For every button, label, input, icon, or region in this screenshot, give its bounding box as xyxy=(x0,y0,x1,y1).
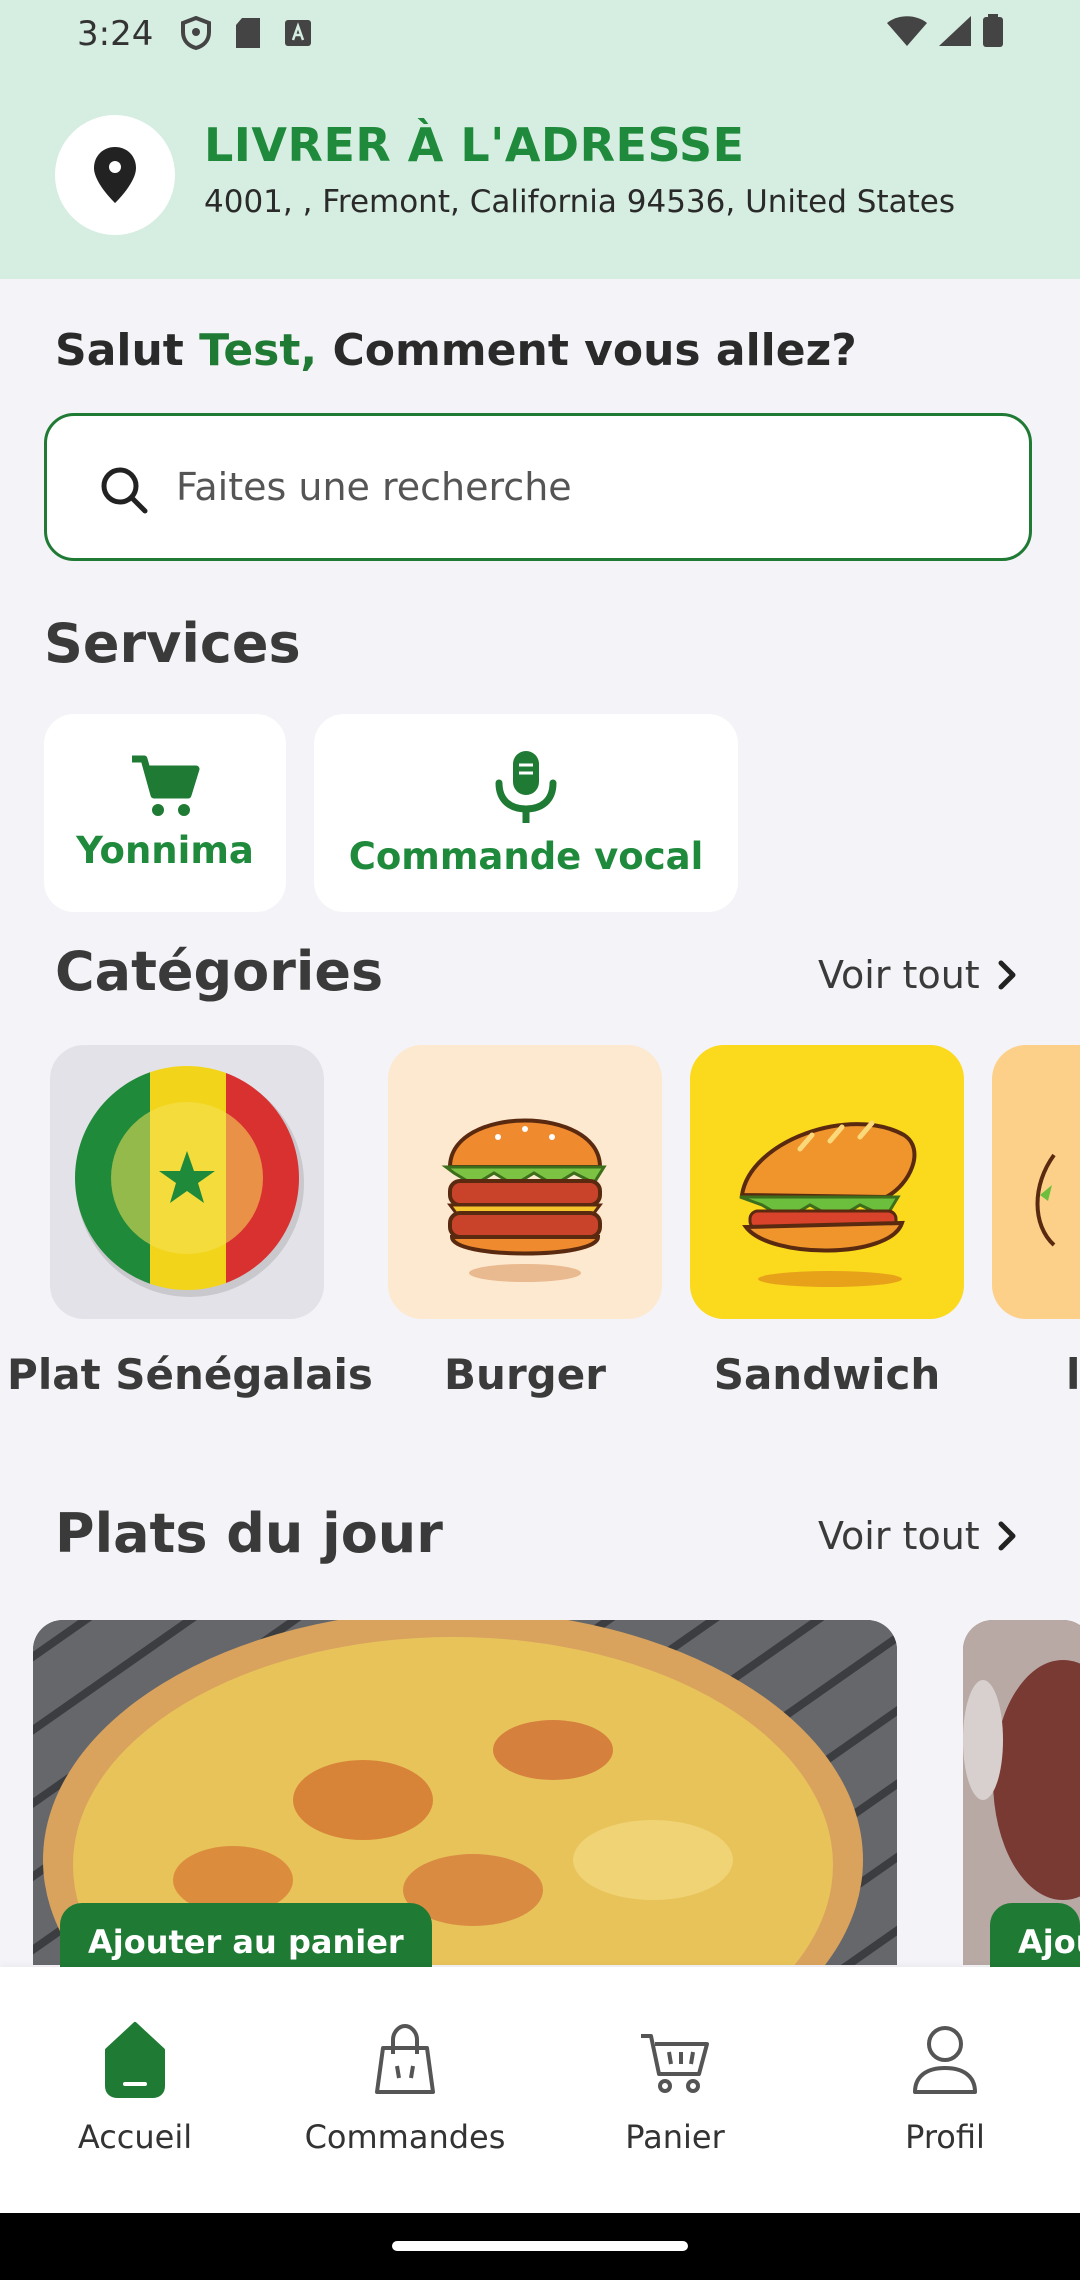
chevron-right-icon xyxy=(998,960,1016,990)
status-icons-left xyxy=(180,16,312,50)
location-pin-icon xyxy=(94,147,136,203)
category-tile-burger[interactable] xyxy=(388,1045,662,1319)
service-voice-order-button[interactable]: Commande vocal xyxy=(314,714,738,912)
category-label-partial: l xyxy=(1066,1350,1080,1399)
cart-icon xyxy=(641,2034,709,2093)
nav-profil-label: Profil xyxy=(905,2118,985,2156)
home-icon xyxy=(105,2022,165,2098)
delivery-title[interactable]: LIVRER À L'ADRESSE xyxy=(204,118,745,172)
greeting-question: Comment vous allez? xyxy=(332,325,857,376)
category-tile-plat-senegalais[interactable] xyxy=(50,1045,324,1319)
categories-see-all-link[interactable]: Voir tout xyxy=(818,953,1018,997)
delivery-address[interactable]: 4001, , Fremont, California 94536, Unite… xyxy=(204,184,955,220)
status-time: 3:24 xyxy=(77,14,154,54)
greeting-hello: Salut xyxy=(55,325,184,376)
wifi-icon xyxy=(887,16,927,46)
nav-panier-label: Panier xyxy=(625,2118,725,2156)
category-tile-partial[interactable] xyxy=(992,1045,1080,1319)
home-gesture-handle[interactable] xyxy=(392,2241,688,2251)
search-icon xyxy=(101,467,148,514)
location-button[interactable] xyxy=(55,115,175,235)
services-title: Services xyxy=(44,612,301,675)
plats-du-jour-title: Plats du jour xyxy=(55,1502,443,1565)
taco-image xyxy=(1035,1153,1056,1247)
burger-image xyxy=(441,1118,607,1282)
nav-commandes[interactable]: Commandes xyxy=(270,2020,540,2156)
sandwich-image xyxy=(739,1120,917,1287)
bag-icon xyxy=(375,2023,435,2094)
chevron-right-icon xyxy=(998,1521,1016,1551)
user-icon xyxy=(913,2026,977,2094)
categories-see-all-label: Voir tout xyxy=(818,953,980,997)
shield-icon xyxy=(181,16,211,50)
cart-icon xyxy=(132,755,200,816)
service-voice-order-label: Commande vocal xyxy=(348,834,704,878)
category-label-sandwich: Sandwich xyxy=(713,1350,941,1399)
plats-see-all-link[interactable]: Voir tout xyxy=(818,1514,1018,1558)
category-tile-sandwich[interactable] xyxy=(690,1045,964,1319)
nav-commandes-label: Commandes xyxy=(304,2118,506,2156)
search-placeholder: Faites une recherche xyxy=(176,465,572,509)
add-to-cart-button-partial[interactable]: Ajou xyxy=(990,1903,1080,1973)
nav-panier[interactable]: Panier xyxy=(540,2020,810,2156)
service-yonnima-button[interactable]: Yonnima xyxy=(44,714,286,912)
sd-card-icon xyxy=(236,18,260,48)
keyboard-icon xyxy=(285,20,311,46)
microphone-icon xyxy=(495,750,557,823)
nav-accueil[interactable]: Accueil xyxy=(0,2020,270,2156)
categories-title: Catégories xyxy=(55,940,384,1003)
battery-icon xyxy=(983,14,1003,47)
greeting: Salut Test, Comment vous allez? xyxy=(55,325,857,376)
nav-accueil-label: Accueil xyxy=(77,2118,193,2156)
greeting-name: Test, xyxy=(199,325,318,376)
category-label-plat-senegalais: Plat Sénégalais xyxy=(7,1350,373,1399)
status-icons-right xyxy=(886,14,1004,48)
plats-see-all-label: Voir tout xyxy=(818,1514,980,1558)
nav-profil[interactable]: Profil xyxy=(810,2020,1080,2156)
add-to-cart-button[interactable]: Ajouter au panier xyxy=(60,1903,432,1973)
cellular-icon xyxy=(939,16,971,46)
service-yonnima-label: Yonnima xyxy=(76,828,254,872)
senegal-flag-plate-image xyxy=(75,1066,304,1297)
